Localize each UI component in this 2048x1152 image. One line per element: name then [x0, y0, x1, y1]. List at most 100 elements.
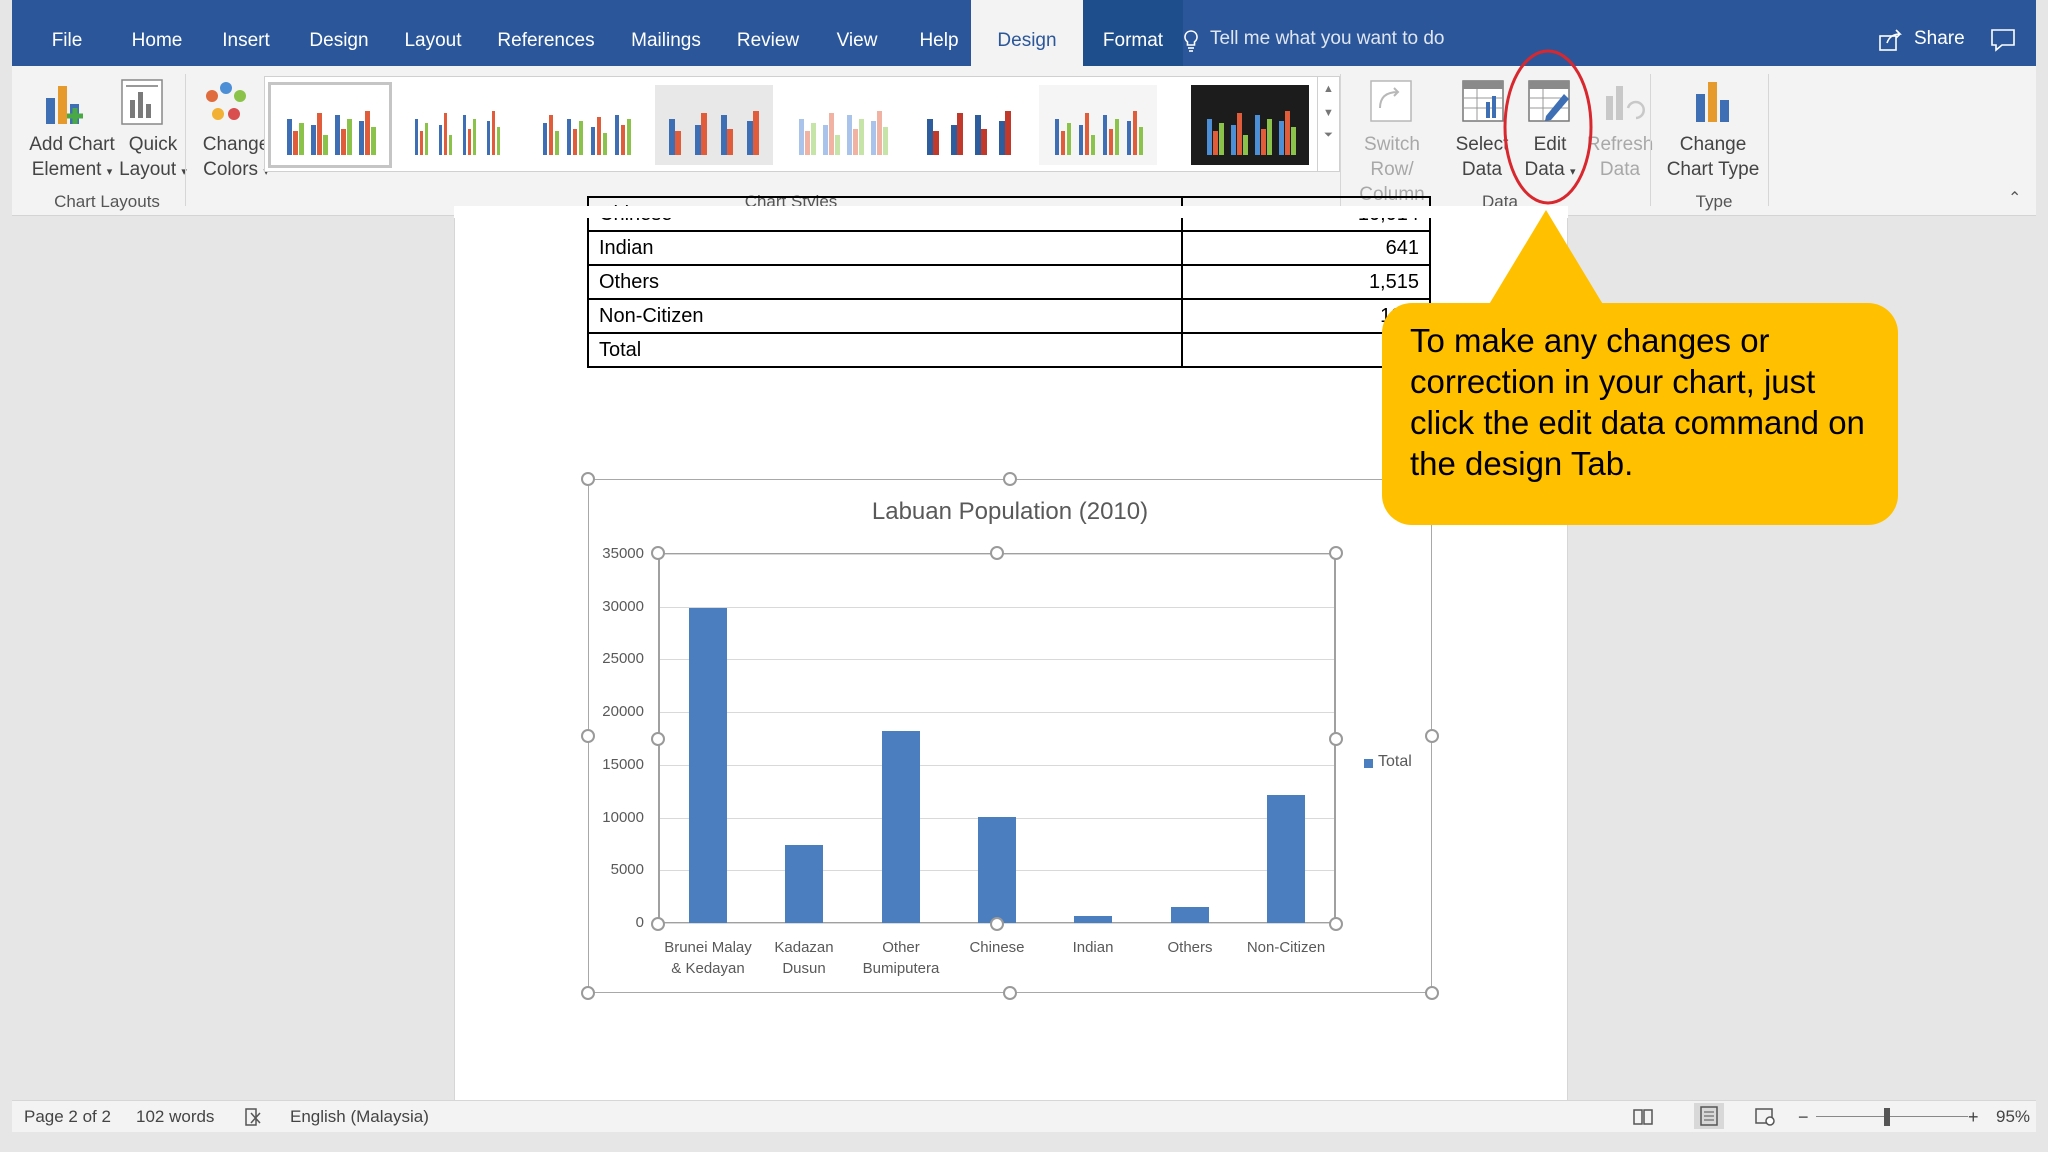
- chart-style-6[interactable]: [911, 85, 1029, 165]
- resize-handle[interactable]: [1003, 986, 1017, 1000]
- resize-handle[interactable]: [990, 917, 1004, 931]
- gridline: [660, 607, 1334, 608]
- table-row[interactable]: Total86: [587, 332, 1431, 368]
- tab-layout[interactable]: Layout: [392, 0, 474, 66]
- group-label-chart-layouts: Chart Layouts: [54, 192, 160, 211]
- resize-handle[interactable]: [581, 729, 595, 743]
- resize-handle[interactable]: [1003, 472, 1017, 486]
- tab-references[interactable]: References: [486, 0, 606, 66]
- add-chart-element-button[interactable]: Add Chart Element ▾: [18, 132, 126, 185]
- tab-mailings[interactable]: Mailings: [616, 0, 716, 66]
- bar[interactable]: [978, 817, 1016, 923]
- lightbulb-icon: [1183, 30, 1199, 57]
- proofing-icon[interactable]: [244, 1107, 266, 1132]
- chart-title[interactable]: Labuan Population (2010): [588, 498, 1432, 526]
- group-separator: [185, 74, 186, 206]
- chart-style-8[interactable]: [1191, 85, 1309, 165]
- resize-handle[interactable]: [1329, 546, 1343, 560]
- gallery-scroll[interactable]: ▲ ▼ ⏷: [1318, 76, 1340, 172]
- resize-handle[interactable]: [1329, 917, 1343, 931]
- resize-handle[interactable]: [1425, 986, 1439, 1000]
- table-cell[interactable]: Non-Citizen: [587, 298, 1183, 334]
- x-tick-label-line: Kadazan: [774, 939, 834, 956]
- read-mode-icon[interactable]: [1632, 1107, 1654, 1132]
- comments-icon[interactable]: [1990, 28, 2016, 57]
- bar[interactable]: [1074, 916, 1112, 923]
- chart-style-5[interactable]: [783, 85, 901, 165]
- tab-view[interactable]: View: [820, 0, 894, 66]
- web-layout-icon[interactable]: [1754, 1107, 1776, 1132]
- table-row[interactable]: Others 1,515: [587, 264, 1431, 300]
- zoom-slider[interactable]: [1816, 1116, 1968, 1117]
- add-chart-element-label-2: Element: [31, 159, 102, 180]
- scroll-up-icon[interactable]: ▲: [1318, 83, 1339, 95]
- quick-layout-icon: [118, 76, 166, 133]
- legend-entry[interactable]: Total: [1378, 753, 1412, 771]
- ribbon-tab-bar: File Home Insert Design Layout Reference…: [12, 0, 2036, 66]
- x-tick-label: Non-Citizen: [1231, 937, 1341, 958]
- bar[interactable]: [785, 845, 823, 923]
- bar[interactable]: [1267, 795, 1305, 923]
- tell-me-search[interactable]: Tell me what you want to do: [1210, 28, 1444, 50]
- change-chart-type-icon: [1690, 78, 1736, 129]
- chart-style-3[interactable]: [527, 85, 645, 165]
- zoom-level[interactable]: 95%: [1996, 1107, 2030, 1127]
- word-count[interactable]: 102 words: [136, 1107, 214, 1127]
- gallery-more-icon[interactable]: ⏷: [1318, 129, 1339, 142]
- tab-file[interactable]: File: [34, 0, 100, 66]
- print-layout-icon[interactable]: [1694, 1103, 1724, 1129]
- tab-help[interactable]: Help: [904, 0, 974, 66]
- resize-handle[interactable]: [651, 546, 665, 560]
- bar[interactable]: [1171, 907, 1209, 923]
- resize-handle[interactable]: [1425, 729, 1439, 743]
- y-tick-label: 15000: [602, 756, 644, 773]
- x-tick-label: Brunei Malay & Kedayan: [653, 937, 763, 979]
- table-cell[interactable]: Indian: [587, 230, 1183, 266]
- chart-styles-gallery[interactable]: [264, 76, 1318, 172]
- quick-layout-label: Quick: [128, 134, 178, 155]
- table-cell[interactable]: Others: [587, 264, 1183, 300]
- x-tick-label: Other Bumiputera: [846, 937, 956, 979]
- resize-handle[interactable]: [990, 546, 1004, 560]
- resize-handle[interactable]: [581, 986, 595, 1000]
- change-chart-type-button[interactable]: Change Chart Type: [1658, 132, 1768, 182]
- resize-handle[interactable]: [651, 732, 665, 746]
- resize-handle[interactable]: [581, 472, 595, 486]
- chart-style-4[interactable]: [655, 85, 773, 165]
- change-chart-type-label-2: Chart Type: [1666, 159, 1760, 180]
- chart-style-2[interactable]: [399, 85, 517, 165]
- group-separator: [1650, 74, 1651, 206]
- tab-insert[interactable]: Insert: [206, 0, 286, 66]
- y-tick-label: 30000: [602, 598, 644, 615]
- gridline: [660, 659, 1334, 660]
- bar[interactable]: [689, 608, 727, 923]
- resize-handle[interactable]: [1329, 732, 1343, 746]
- group-label-type: Type: [1695, 192, 1733, 211]
- language-indicator[interactable]: English (Malaysia): [290, 1107, 429, 1127]
- chart-style-7[interactable]: [1039, 85, 1157, 165]
- tab-chart-design[interactable]: Design: [971, 0, 1083, 66]
- chart-style-1[interactable]: [268, 82, 392, 168]
- tab-home[interactable]: Home: [114, 0, 200, 66]
- scroll-down-icon[interactable]: ▼: [1318, 107, 1339, 119]
- table-row[interactable]: Non-Citizen12,1: [587, 298, 1431, 334]
- collapse-ribbon-icon[interactable]: ⌃: [2008, 188, 2021, 208]
- table-row[interactable]: Indian 641: [587, 230, 1431, 266]
- quick-layout-button[interactable]: Quick Layout ▾: [112, 132, 194, 185]
- table-cell[interactable]: 641: [1181, 230, 1431, 266]
- zoom-out-button[interactable]: −: [1798, 1107, 1809, 1128]
- zoom-in-button[interactable]: +: [1968, 1107, 1979, 1128]
- x-tick-label: Indian: [1038, 937, 1148, 958]
- share-button[interactable]: Share: [1914, 28, 1965, 50]
- tab-chart-format[interactable]: Format: [1083, 0, 1183, 66]
- x-tick-label-line: Dusun: [782, 960, 826, 977]
- resize-handle[interactable]: [651, 917, 665, 931]
- tab-review[interactable]: Review: [726, 0, 810, 66]
- bar[interactable]: [882, 731, 920, 923]
- share-icon[interactable]: [1878, 28, 1904, 57]
- zoom-slider-thumb[interactable]: [1884, 1108, 1890, 1126]
- table-cell[interactable]: 1,515: [1181, 264, 1431, 300]
- table-cell[interactable]: Total: [587, 332, 1183, 368]
- page-count[interactable]: Page 2 of 2: [24, 1107, 111, 1127]
- tab-design[interactable]: Design: [296, 0, 382, 66]
